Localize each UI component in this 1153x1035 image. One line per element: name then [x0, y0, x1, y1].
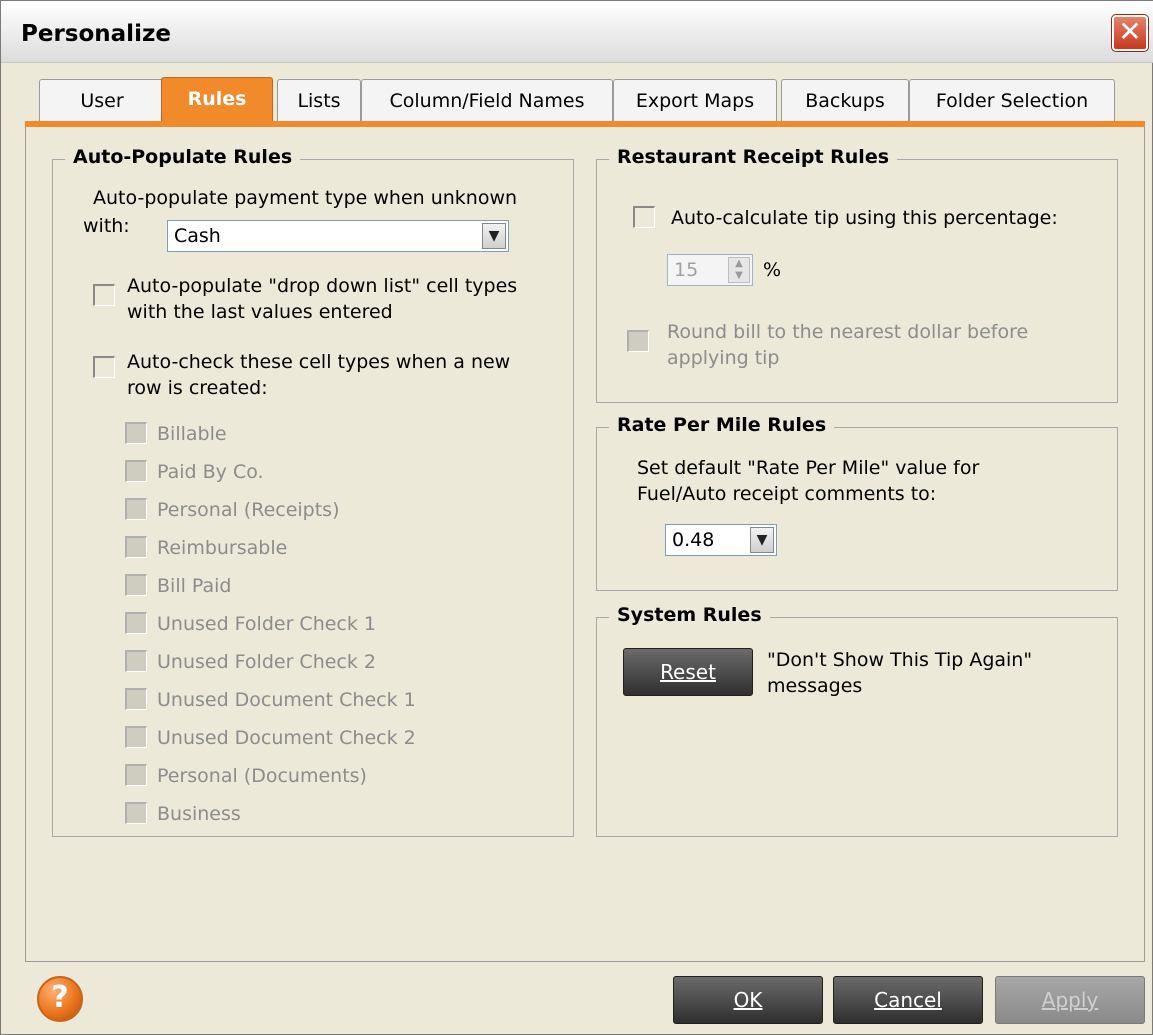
personal-receipts-checkbox[interactable] — [125, 498, 147, 520]
bill-paid-checkbox[interactable] — [125, 574, 147, 596]
tab-rules[interactable]: Rules — [161, 77, 273, 123]
auto-tip-label: Auto-calculate tip using this percentage… — [671, 207, 1058, 229]
rate-per-mile-label-2: Fuel/Auto receipt comments to: — [637, 483, 937, 505]
system-rules-title: System Rules — [609, 604, 770, 626]
payment-type-value: Cash — [174, 225, 221, 247]
restaurant-receipt-group: Restaurant Receipt Rules Auto-calculate … — [596, 146, 1118, 403]
bill-paid-label: Bill Paid — [157, 575, 232, 597]
reimbursable-label: Reimbursable — [157, 537, 288, 559]
rate-per-mile-label: Set default "Rate Per Mile" value for — [637, 457, 980, 479]
help-icon[interactable]: ? — [37, 976, 83, 1022]
billable-checkbox[interactable] — [125, 422, 147, 444]
dropdown-autopopulate-checkbox[interactable] — [93, 284, 115, 306]
billable-label: Billable — [157, 423, 227, 445]
payment-type-select[interactable]: Cash ▼ — [167, 220, 509, 252]
title-bar: Personalize ✕ — [1, 1, 1153, 63]
rate-per-mile-group: Rate Per Mile Rules Set default "Rate Pe… — [596, 414, 1118, 591]
auto-tip-checkbox[interactable] — [633, 206, 655, 228]
unused-folder-check-1-checkbox[interactable] — [125, 612, 147, 634]
dropdown-autopopulate-label-2: with the last values entered — [127, 301, 393, 323]
tab-column-field-names[interactable]: Column/Field Names — [361, 79, 613, 121]
apply-button[interactable]: Apply — [995, 976, 1145, 1024]
auto-populate-title: Auto-Populate Rules — [65, 146, 301, 168]
tab-user[interactable]: User — [39, 79, 165, 121]
unused-folder-check-1-label: Unused Folder Check 1 — [157, 613, 377, 635]
ok-button-label: OK — [733, 988, 763, 1012]
cancel-button[interactable]: Cancel — [833, 976, 983, 1024]
close-icon[interactable]: ✕ — [1111, 14, 1149, 52]
autocheck-label: Auto-check these cell types when a new — [127, 351, 511, 373]
round-bill-checkbox[interactable] — [627, 330, 649, 352]
tab-export-maps[interactable]: Export Maps — [613, 79, 777, 121]
chevron-down-icon[interactable]: ▼ — [482, 223, 506, 249]
system-rules-group: System Rules Reset "Don't Show This Tip … — [596, 604, 1118, 837]
restaurant-receipt-title: Restaurant Receipt Rules — [609, 146, 898, 168]
rate-per-mile-title: Rate Per Mile Rules — [609, 414, 835, 436]
business-label: Business — [157, 803, 241, 825]
auto-populate-group: Auto-Populate Rules Auto-populate paymen… — [52, 146, 574, 837]
reset-message-label: "Don't Show This Tip Again" — [767, 649, 1033, 671]
rules-panel: Auto-Populate Rules Auto-populate paymen… — [25, 127, 1145, 962]
paid-by-co-label: Paid By Co. — [157, 461, 264, 483]
tip-percentage-spinner[interactable]: 15 ▲ ▼ — [667, 254, 753, 286]
payment-type-with-label: with: — [83, 215, 130, 237]
unused-folder-check-2-label: Unused Folder Check 2 — [157, 651, 377, 673]
unused-document-check-1-checkbox[interactable] — [125, 688, 147, 710]
tip-percentage-value: 15 — [674, 259, 699, 281]
payment-type-label: Auto-populate payment type when unknown — [93, 187, 518, 209]
rate-per-mile-select[interactable]: 0.48 ▼ — [665, 524, 777, 556]
personal-documents-checkbox[interactable] — [125, 764, 147, 786]
spinner-arrows-icon[interactable]: ▲ ▼ — [728, 257, 750, 283]
round-bill-label-2: applying tip — [667, 347, 780, 369]
paid-by-co-checkbox[interactable] — [125, 460, 147, 482]
percent-sign: % — [763, 259, 782, 281]
business-checkbox[interactable] — [125, 802, 147, 824]
autocheck-checkbox[interactable] — [93, 356, 115, 378]
rate-per-mile-value: 0.48 — [672, 529, 715, 551]
reimbursable-checkbox[interactable] — [125, 536, 147, 558]
chevron-down-icon[interactable]: ▼ — [750, 527, 774, 553]
dropdown-autopopulate-label: Auto-populate "drop down list" cell type… — [127, 275, 518, 297]
window-title: Personalize — [21, 21, 171, 47]
unused-document-check-2-label: Unused Document Check 2 — [157, 727, 416, 749]
unused-document-check-2-checkbox[interactable] — [125, 726, 147, 748]
unused-document-check-1-label: Unused Document Check 1 — [157, 689, 416, 711]
tab-lists[interactable]: Lists — [277, 79, 361, 121]
ok-button[interactable]: OK — [673, 976, 823, 1024]
unused-folder-check-2-checkbox[interactable] — [125, 650, 147, 672]
round-bill-label: Round bill to the nearest dollar before — [667, 321, 1029, 343]
reset-message-label-2: messages — [767, 675, 863, 697]
cancel-button-label: Cancel — [874, 988, 942, 1012]
autocheck-label-2: row is created: — [127, 377, 268, 399]
apply-button-label: Apply — [1041, 988, 1099, 1012]
tab-folder-selection[interactable]: Folder Selection — [909, 79, 1115, 121]
personalize-window: Personalize ✕ User Rules Lists Column/Fi… — [0, 0, 1153, 1035]
tab-backups[interactable]: Backups — [781, 79, 909, 121]
tab-bar: User Rules Lists Column/Field Names Expo… — [25, 77, 1145, 123]
reset-button[interactable]: Reset — [623, 648, 753, 696]
personal-documents-label: Personal (Documents) — [157, 765, 367, 787]
personal-receipts-label: Personal (Receipts) — [157, 499, 340, 521]
reset-button-label: Reset — [660, 660, 716, 684]
